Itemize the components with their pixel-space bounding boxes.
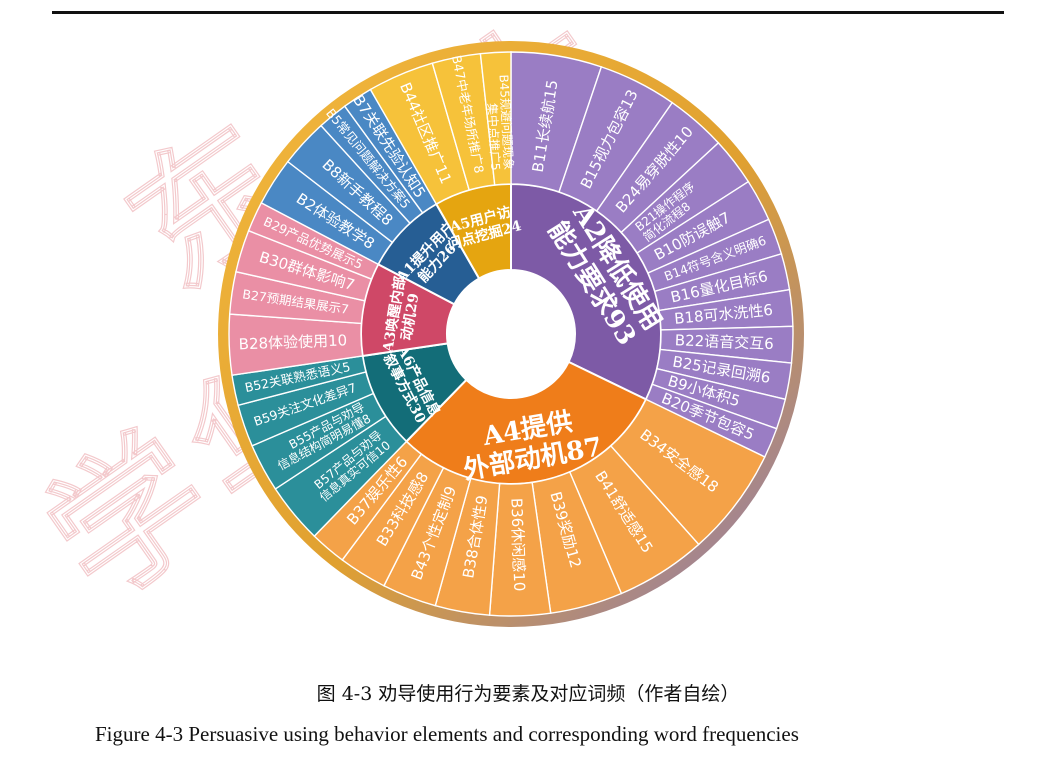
center-hole	[447, 270, 575, 398]
outer-label-b22: B22语音交互6	[675, 331, 775, 353]
outer-label-b36: B36休闲感10	[508, 498, 529, 592]
sunburst-chart: 东华大学 B11长续航15B15视力包容13B24易穿脱性10B21操作程序简化…	[19, 0, 804, 633]
figure-caption-english: Figure 4-3 Persuasive using behavior ele…	[95, 722, 799, 746]
figure-caption-chinese: 图 4-3 劝导使用行为要素及对应词频（作者自绘）	[316, 683, 740, 705]
